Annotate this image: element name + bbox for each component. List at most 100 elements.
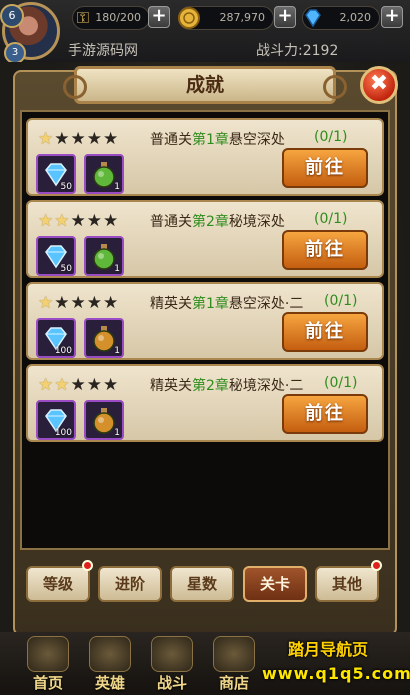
panel-title: 成就 (63, 66, 347, 104)
star-icon: ★ (103, 211, 120, 231)
stage-type: 普通关 (150, 214, 192, 230)
star-icon: ★ (70, 129, 87, 149)
watermark-title: 踏月导航页 (288, 640, 369, 659)
achievement-progress: (0/1) (324, 375, 358, 391)
star-icon: ★ (86, 211, 103, 231)
reward-diamond[interactable]: 50 (36, 154, 76, 194)
gold-coin-icon (175, 4, 203, 32)
reward-count: 50 (60, 264, 72, 274)
tab-0[interactable]: 等级 (26, 566, 90, 602)
key-icon: ⚿ (76, 8, 90, 27)
reward-potion[interactable]: 1 (84, 236, 124, 276)
diamond-value: 2,020 (339, 11, 372, 24)
keys-value: 180/200 (95, 11, 141, 24)
star-icon: ★ (38, 293, 55, 313)
add-gold-button[interactable]: + (274, 6, 296, 28)
tab-1[interactable]: 进阶 (98, 566, 162, 602)
star-icon: ★ (38, 211, 55, 231)
chapter-label: 第2章 (192, 214, 229, 230)
stage-name: 悬空深处·二 (228, 296, 304, 312)
star-icon: ★ (70, 293, 87, 313)
reward-diamond[interactable]: 100 (36, 318, 76, 358)
go-button[interactable]: 前往 (282, 230, 368, 270)
tab-4[interactable]: 其他 (315, 566, 379, 602)
achievement-row: ★★★★★ 精英关第1章悬空深处·二 (0/1) 100 1 前往 (26, 282, 384, 360)
reward-count: 100 (54, 428, 72, 438)
nav-shop[interactable]: 商店 (206, 636, 262, 692)
swords-icon (151, 636, 193, 672)
star-rating: ★★★★★ (38, 375, 119, 395)
combat-power: 战斗力:2192 (256, 43, 339, 59)
go-button[interactable]: 前往 (282, 148, 368, 188)
star-icon: ★ (38, 129, 55, 149)
close-button[interactable]: ✖ (360, 66, 398, 104)
home-icon (27, 636, 69, 672)
reward-count: 1 (114, 182, 120, 192)
notification-dot (82, 560, 93, 571)
nav-home-label: 首页 (32, 674, 63, 692)
notification-dot (371, 560, 382, 571)
star-rating: ★★★★★ (38, 129, 119, 149)
reward-diamond[interactable]: 100 (36, 400, 76, 440)
star-icon: ★ (86, 129, 103, 149)
reward-count: 1 (114, 346, 120, 356)
star-icon: ★ (70, 211, 87, 231)
reward-potion[interactable]: 1 (84, 400, 124, 440)
nav-battle[interactable]: 战斗 (144, 636, 200, 692)
reward-count: 1 (114, 264, 120, 274)
star-icon: ★ (54, 375, 71, 395)
stage-name: 秘境深处·二 (228, 378, 304, 394)
star-rating: ★★★★★ (38, 211, 119, 231)
stage-type: 精英关 (150, 378, 192, 394)
star-icon: ★ (86, 293, 103, 313)
star-icon: ★ (54, 129, 71, 149)
stage-name: 秘境深处 (228, 214, 285, 230)
avatar-level-badge: 6 (0, 4, 24, 28)
hero-icon (89, 636, 131, 672)
gold-counter: 287,970 (178, 6, 274, 30)
achievement-title: 精英关第2章秘境深处·二 (150, 375, 303, 395)
go-button[interactable]: 前往 (282, 394, 368, 434)
reward-diamond[interactable]: 50 (36, 236, 76, 276)
nav-home[interactable]: 首页 (20, 636, 76, 692)
go-button[interactable]: 前往 (282, 312, 368, 352)
achievement-row: ★★★★★ 普通关第1章悬空深处 (0/1) 50 1 前往 (26, 118, 384, 196)
stage-type: 精英关 (150, 296, 192, 312)
star-icon: ★ (103, 293, 120, 313)
star-rating: ★★★★★ (38, 293, 119, 313)
chapter-label: 第1章 (192, 132, 229, 148)
achievement-progress: (0/1) (314, 211, 348, 227)
achievement-title: 普通关第1章悬空深处 (150, 129, 285, 149)
add-keys-button[interactable]: + (148, 6, 170, 28)
achievement-title: 普通关第2章秘境深处 (150, 211, 285, 231)
achievement-title: 精英关第1章悬空深处·二 (150, 293, 303, 313)
stage-type: 普通关 (150, 132, 192, 148)
chapter-label: 第1章 (192, 296, 229, 312)
achievement-progress: (0/1) (324, 293, 358, 309)
add-diamond-button[interactable]: + (381, 6, 403, 28)
achievement-progress: (0/1) (314, 129, 348, 145)
tab-2[interactable]: 星数 (170, 566, 234, 602)
keys-counter: ⚿ 180/200 (72, 6, 150, 30)
reward-count: 1 (114, 428, 120, 438)
star-icon: ★ (103, 375, 120, 395)
nav-hero-label: 英雄 (94, 674, 125, 692)
star-icon: ★ (86, 375, 103, 395)
star-icon: ★ (70, 375, 87, 395)
star-icon: ★ (54, 211, 71, 231)
nav-hero[interactable]: 英雄 (82, 636, 138, 692)
star-icon: ★ (103, 129, 120, 149)
reward-count: 100 (54, 346, 72, 356)
reward-count: 50 (60, 182, 72, 192)
reward-potion[interactable]: 1 (84, 154, 124, 194)
top-status-bar: 6 3 ⚿ 180/200 + 287,970 + 2,020 + 手游源码网 … (0, 0, 410, 64)
star-icon: ★ (54, 293, 71, 313)
nav-shop-label: 商店 (218, 674, 249, 692)
stage-name: 悬空深处 (228, 132, 285, 148)
chapter-label: 第2章 (192, 378, 229, 394)
watermark-url: www.q1q5.com (262, 664, 410, 683)
nav-battle-label: 战斗 (156, 674, 187, 692)
gold-value: 287,970 (219, 11, 266, 24)
tab-3[interactable]: 关卡 (243, 566, 307, 602)
reward-potion[interactable]: 1 (84, 318, 124, 358)
